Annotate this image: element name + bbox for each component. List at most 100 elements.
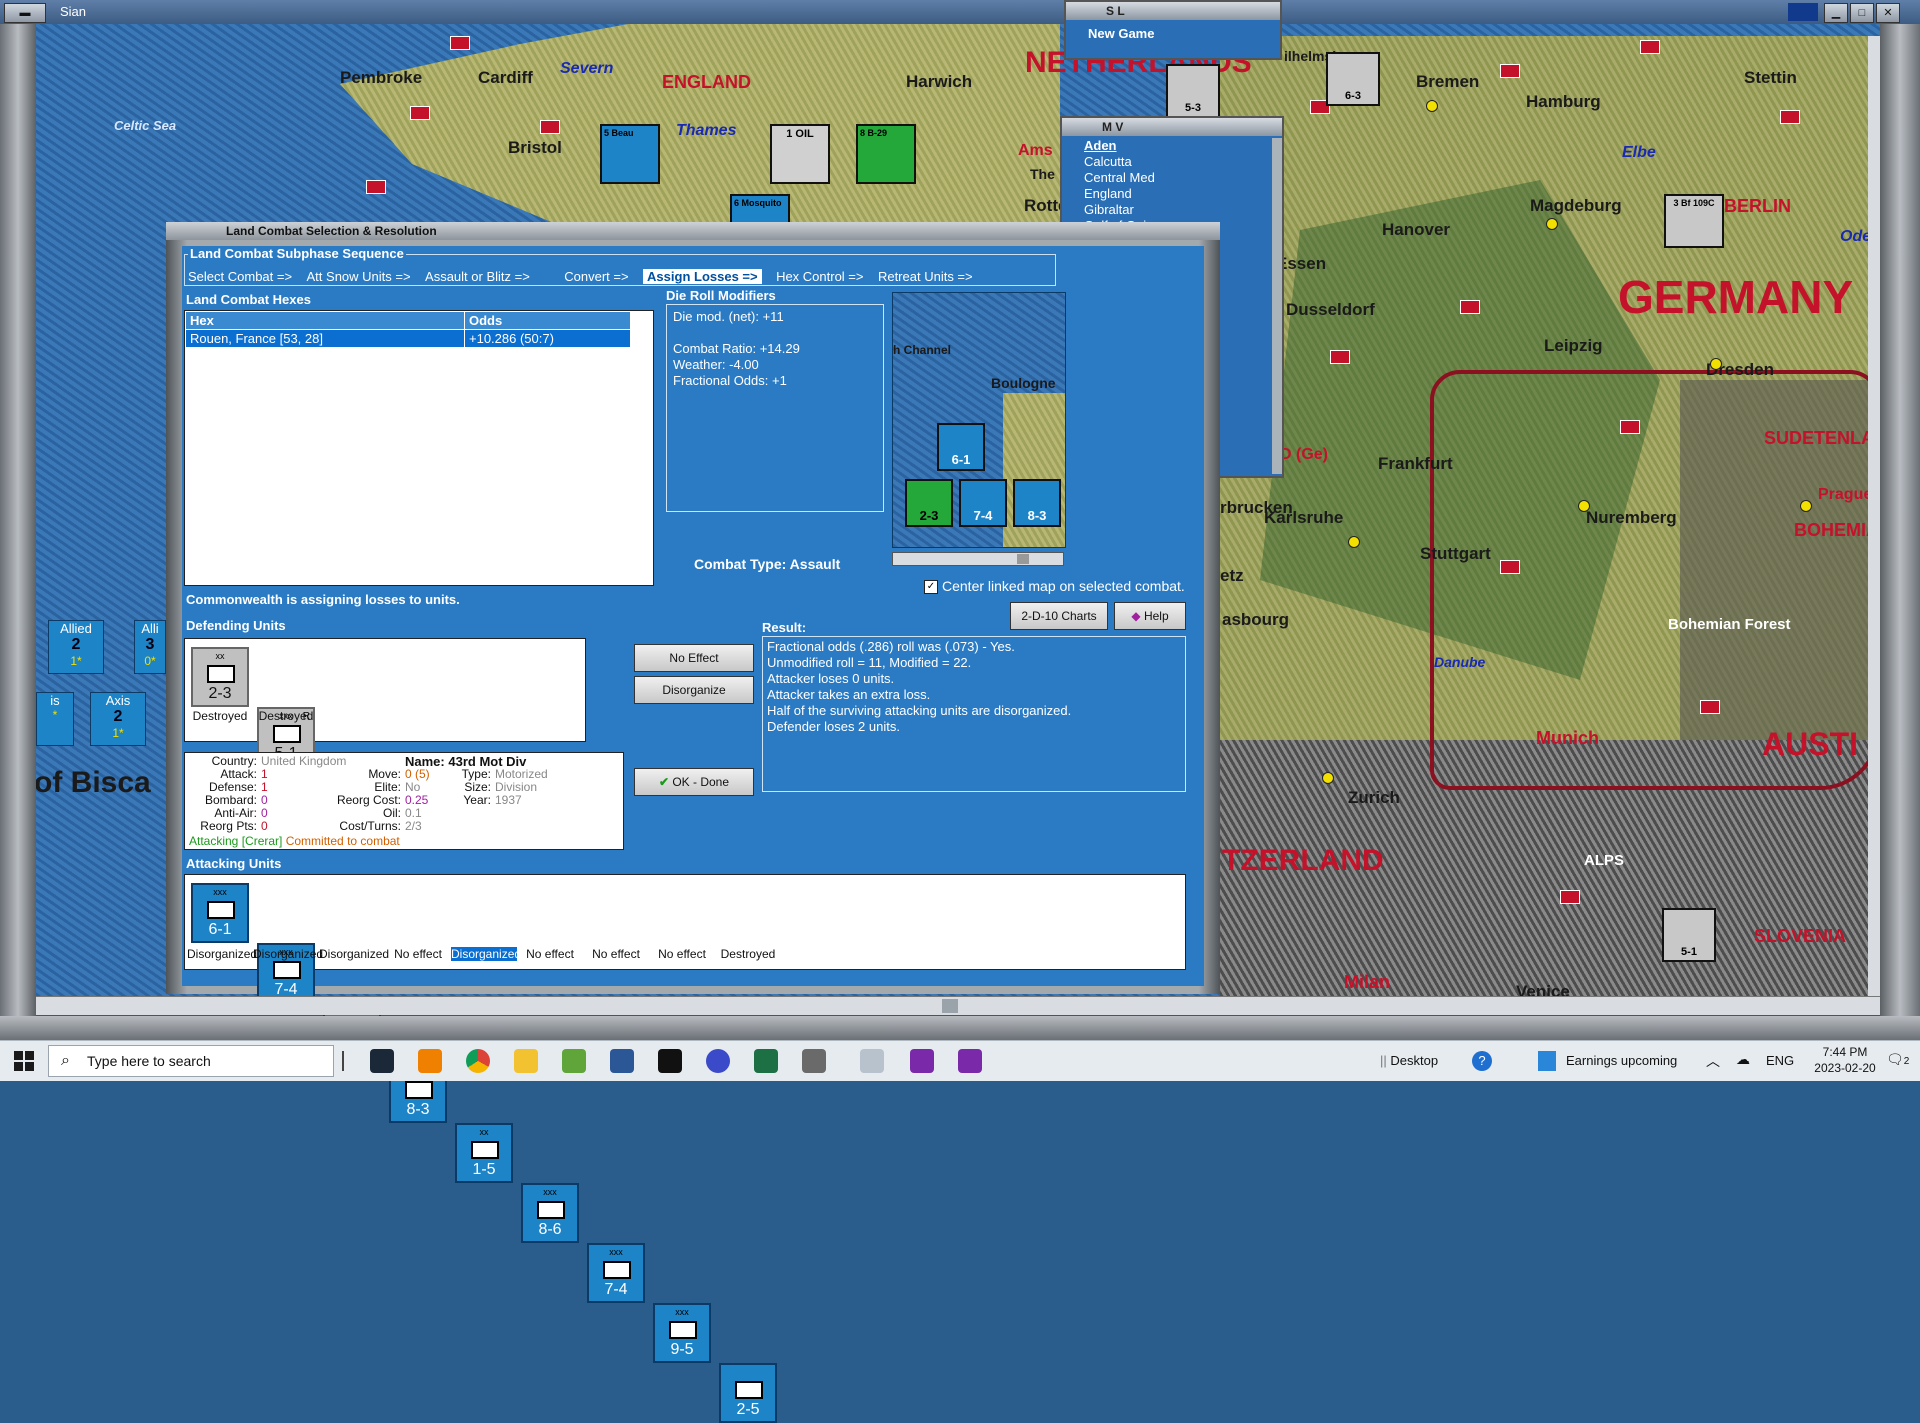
ok-done-button[interactable]: ✔ OK - Done — [634, 768, 754, 796]
mv-scrollbar[interactable] — [1272, 138, 1282, 474]
desktop-toolbar[interactable]: || Desktop — [1380, 1053, 1438, 1068]
task-view-icon[interactable] — [342, 1051, 344, 1071]
window-menu-icon[interactable]: ▬ — [4, 3, 46, 23]
assigning-message: Commonwealth is assigning losses to unit… — [186, 592, 460, 607]
allied-status-box[interactable]: Alli 3 0* — [134, 620, 166, 674]
game-icon[interactable] — [910, 1049, 934, 1073]
help-icon[interactable]: ? — [1472, 1051, 1492, 1071]
notepad-icon[interactable] — [562, 1049, 586, 1073]
mv-list-item[interactable]: Gibraltar — [1084, 202, 1272, 218]
hexes-panel[interactable]: Hex Odds Rouen, France [53, 28] +10.286 … — [184, 310, 654, 586]
allied-status-box[interactable]: Allied 2 1* — [48, 620, 104, 674]
new-game-item[interactable]: New Game — [1088, 26, 1154, 42]
step-hex-control[interactable]: Hex Control => — [776, 269, 863, 284]
unit-stack-aircraft[interactable]: 8 B-29 — [856, 124, 916, 184]
taskbar-search-input[interactable]: ⌕ Type here to search — [48, 1045, 334, 1077]
maximize-icon[interactable]: □ — [1850, 3, 1874, 23]
attacking-unit[interactable]: xxx 6-1 — [191, 883, 249, 943]
notification-icon[interactable]: 🗨2 — [1886, 1051, 1909, 1068]
center-linked-checkbox[interactable]: ✓ — [924, 580, 938, 594]
excel-icon[interactable] — [754, 1049, 778, 1073]
word-icon[interactable] — [610, 1049, 634, 1073]
col-hex[interactable]: Hex — [185, 311, 465, 330]
step-assign-losses[interactable]: Assign Losses => — [643, 269, 762, 284]
map-hscroll[interactable] — [36, 996, 1880, 1015]
mv-list-item[interactable]: England — [1084, 186, 1272, 202]
unit-stack[interactable]: 5-1 — [1662, 908, 1716, 962]
attacking-unit[interactable]: xxx 9-5 — [653, 1303, 711, 1363]
mv-list-item[interactable]: Aden — [1084, 138, 1272, 154]
step-select-combat[interactable]: Select Combat => — [188, 269, 292, 284]
language-indicator[interactable]: ENG — [1766, 1053, 1794, 1068]
defending-panel[interactable]: xx 2-3 Destroyed xxx R 5-1 Destroyed — [184, 638, 586, 767]
clock[interactable]: 7:44 PM 2023-02-20 — [1810, 1044, 1880, 1076]
chevron-up-icon[interactable]: ︿ — [1706, 1051, 1720, 1071]
news-widget[interactable]: Earnings upcoming — [1566, 1053, 1677, 1068]
land-combat-dialog[interactable]: Land Combat Selection & Resolution Land … — [166, 222, 1220, 1423]
close-icon[interactable]: ✕ — [1876, 3, 1900, 23]
drm-line: Combat Ratio: +14.29 — [673, 341, 800, 356]
col-odds[interactable]: Odds — [464, 311, 631, 330]
table-row[interactable]: Rouen, France [53, 28] +10.286 (50:7) — [185, 329, 631, 348]
map-label: The — [1030, 166, 1055, 182]
attacking-unit[interactable]: xx 1-5 — [455, 1123, 513, 1183]
unit-stack-aircraft[interactable]: 5 Beau — [600, 124, 660, 184]
unit-stack[interactable]: 5-3 — [1166, 64, 1220, 118]
attacking-unit[interactable]: xxx 8-6 — [521, 1183, 579, 1243]
linked-unit[interactable]: 6-1 — [937, 423, 985, 471]
window-title: Sian — [60, 4, 87, 19]
step-retreat[interactable]: Retreat Units => — [878, 269, 973, 284]
minimize-icon[interactable]: ▁ — [1824, 3, 1848, 23]
step-convert[interactable]: Convert => — [564, 269, 628, 284]
linked-unit[interactable]: 8-3 — [1013, 479, 1061, 527]
window-titlebar[interactable]: ▬ Sian ▁ □ ✕ — [0, 0, 1920, 25]
map-vscroll[interactable] — [1868, 36, 1880, 996]
chrome-icon[interactable] — [466, 1049, 490, 1073]
calculator-icon[interactable] — [802, 1049, 826, 1073]
help-button[interactable]: ◆ Help — [1114, 602, 1186, 630]
app-icon[interactable] — [706, 1049, 730, 1073]
linked-map[interactable]: h Channel Boulogne 6-1 2-3 7-4 8-3 — [892, 292, 1066, 548]
linked-map-hscroll[interactable] — [892, 552, 1064, 566]
unit-status: Destroyed — [720, 947, 776, 961]
cloud-icon[interactable]: ☁ — [1736, 1051, 1750, 1068]
sl-window-title[interactable]: S L — [1066, 2, 1280, 20]
scroll-thumb[interactable] — [1017, 554, 1029, 564]
hex-cell[interactable]: Rouen, France [53, 28] — [185, 329, 465, 348]
step-att-snow[interactable]: Att Snow Units => — [307, 269, 411, 284]
axis-status-box[interactable]: is * — [36, 692, 74, 746]
unit-stack-aircraft[interactable]: 3 Bf 109C — [1664, 194, 1724, 248]
mv-list-item[interactable]: Calcutta — [1084, 154, 1272, 170]
axis-status-box[interactable]: Axis 2 1* — [90, 692, 146, 746]
attacking-panel[interactable]: xxx 6-1 Disorganized xxx 7-4 Disorganized xx 2-… — [184, 874, 1186, 1423]
dialog-title[interactable]: Land Combat Selection & Resolution — [166, 222, 1220, 240]
unit-stack-aircraft[interactable]: 6 Mosquito — [730, 194, 790, 224]
map-label: rbrucken — [1220, 498, 1293, 517]
attacking-unit[interactable]: 2-5 — [719, 1363, 777, 1423]
attacking-unit[interactable]: xxx 7-4 — [587, 1243, 645, 1303]
disorganize-button[interactable]: Disorganize — [634, 676, 754, 704]
linked-unit[interactable]: 2-3 — [905, 479, 953, 527]
linked-unit[interactable]: 7-4 — [959, 479, 1007, 527]
step-assault-blitz[interactable]: Assault or Blitz => — [425, 269, 530, 284]
unit-stack[interactable]: 6-3 — [1326, 52, 1380, 106]
windows-start-icon[interactable] — [14, 1051, 34, 1071]
file-explorer-icon[interactable] — [514, 1049, 538, 1073]
steam-icon[interactable] — [370, 1049, 394, 1073]
odds-cell[interactable]: +10.286 (50:7) — [464, 329, 631, 348]
netflix-icon[interactable] — [658, 1049, 682, 1073]
game-icon[interactable] — [958, 1049, 982, 1073]
scroll-thumb[interactable] — [942, 999, 958, 1013]
news-icon[interactable] — [1538, 1051, 1556, 1071]
mv-list-item[interactable]: Central Med — [1084, 170, 1272, 186]
vlc-icon[interactable] — [418, 1049, 442, 1073]
unit-symbol-icon — [207, 901, 235, 919]
mv-window-title[interactable]: M V — [1062, 118, 1282, 136]
defending-unit[interactable]: xx 2-3 — [191, 647, 249, 707]
sl-window[interactable]: S L New Game — [1064, 0, 1282, 60]
unit-symbol-icon — [405, 1081, 433, 1099]
charts-button[interactable]: 2-D-10 Charts — [1010, 602, 1108, 630]
window-app-icon[interactable] — [860, 1049, 884, 1073]
oil-stack[interactable]: 1 OIL — [770, 124, 830, 184]
no-effect-button[interactable]: No Effect — [634, 644, 754, 672]
